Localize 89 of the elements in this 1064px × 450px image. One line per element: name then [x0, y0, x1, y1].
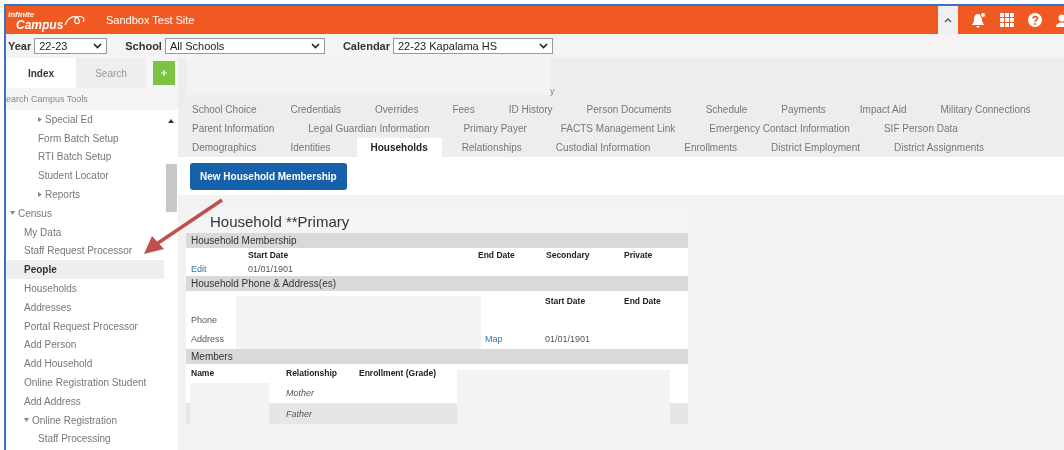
tab[interactable]: Person Documents	[578, 100, 686, 119]
chevron-down-icon	[93, 43, 103, 49]
relationship-cell-text: Mother	[286, 387, 316, 398]
new-membership-button[interactable]: New Household Membership	[190, 162, 347, 190]
tree-item[interactable]: Add Person	[6, 335, 164, 355]
tree-item[interactable]: Households	[6, 279, 164, 298]
tab[interactable]: Schedule	[697, 100, 762, 119]
tab[interactable]: Identities	[282, 138, 345, 157]
tab[interactable]: FACTS Management Link	[552, 119, 690, 138]
tree-item[interactable]: Census	[6, 204, 164, 223]
tab[interactable]: District Assignments	[886, 138, 999, 157]
table-cell-text: 01/01/1901	[248, 264, 295, 274]
search-placeholder: earch Campus Tools	[6, 94, 88, 104]
chevron-down-icon	[539, 43, 548, 49]
column-header: Secondary	[546, 250, 591, 260]
tree-item[interactable]: Portal Request Processor	[6, 316, 164, 336]
tab[interactable]: SIF Person Data	[875, 119, 972, 138]
tab[interactable]: Enrollments	[676, 138, 752, 157]
tab[interactable]: School Choice	[184, 100, 271, 119]
tab[interactable]: Credentials	[282, 100, 356, 119]
column-header: End Date	[624, 296, 662, 306]
column-header: Start Date	[545, 296, 587, 306]
site-name: Sandbox Test Site	[106, 14, 196, 26]
tree-item[interactable]: Addresses	[6, 297, 164, 317]
column-header: Private	[624, 250, 654, 260]
tree-item[interactable]: Add Address	[6, 391, 164, 411]
dropdown[interactable]: 22-23 Kapalama HS	[393, 38, 553, 54]
filter-label: Year	[8, 40, 32, 52]
tab[interactable]: Overrides	[367, 100, 433, 119]
tree-item[interactable]: Staff Request Processor	[6, 241, 164, 261]
help-icon[interactable]	[1028, 13, 1042, 27]
tab[interactable]: Payments	[773, 100, 840, 119]
edit-link[interactable]: Edit	[191, 264, 248, 274]
panel-title: Household **Primary	[186, 209, 688, 233]
section-heading: Household Membership	[186, 233, 688, 248]
collapse-button[interactable]	[938, 6, 958, 34]
tab[interactable]: Demographics	[184, 138, 271, 157]
tab[interactable]: Custodial Information	[547, 138, 665, 157]
dropdown[interactable]: All Schools	[164, 38, 325, 54]
tab[interactable]: Impact Aid	[851, 100, 921, 119]
dropdown[interactable]: 22-23	[34, 38, 108, 54]
section-heading: Household Phone & Address(es)	[186, 276, 688, 291]
search-field[interactable]: earch Campus Tools	[6, 88, 178, 110]
map-link[interactable]: Map	[485, 334, 545, 344]
tab[interactable]: Primary Payer	[455, 119, 541, 138]
column-header: Enrollment (Grade)	[359, 368, 437, 378]
tree-item[interactable]: My Data	[6, 222, 164, 242]
scroll-up-icon[interactable]	[168, 119, 174, 123]
column-header: Name	[191, 368, 216, 378]
column-header: Start Date	[248, 250, 290, 260]
notification-bell-icon[interactable]	[970, 12, 986, 28]
tree-item[interactable]: Student Locator	[6, 166, 164, 186]
tree-item[interactable]: Staff Processing	[6, 429, 164, 449]
tree-item[interactable]: RTI Batch Setup	[6, 147, 164, 167]
tree-item[interactable]: Reports	[6, 185, 164, 204]
tab[interactable]: ID History	[500, 100, 567, 119]
relationship-cell-text: Father	[286, 408, 314, 419]
logo[interactable]: Infinite Campus	[8, 7, 90, 33]
caret-up-icon	[944, 17, 952, 23]
breadcrumb-text: y	[550, 86, 555, 96]
tab[interactable]: Relationships	[453, 138, 536, 157]
tree-item[interactable]: Form Batch Setup	[6, 128, 164, 148]
table-cell-text: 01/01/1901	[545, 334, 592, 344]
row-label: Phone	[191, 315, 219, 325]
chevron-down-icon	[310, 43, 320, 49]
tree-item[interactable]: People	[6, 260, 164, 280]
tree-item[interactable]: Special Ed	[6, 110, 164, 129]
row-label: Address	[191, 334, 226, 344]
scrollbar-thumb[interactable]	[166, 164, 177, 212]
sidebar-tab[interactable]: Search	[76, 58, 146, 88]
tab[interactable]: Military Connections	[932, 100, 1045, 119]
app-grid-icon[interactable]	[1000, 13, 1014, 27]
tree-item[interactable]: Add Household	[6, 354, 164, 374]
filter-label: School	[125, 40, 162, 52]
tab[interactable]: District Employment	[763, 138, 874, 157]
tab[interactable]: Parent Information	[184, 119, 289, 138]
section-heading: Members	[186, 349, 688, 364]
plus-icon	[161, 70, 167, 76]
tab[interactable]: Emergency Contact Information	[701, 119, 864, 138]
tab[interactable]: Legal Guardian Information	[300, 119, 444, 138]
tree-item[interactable]: Online Registration Student	[6, 373, 164, 392]
filter-label: Calendar	[342, 40, 390, 52]
sidebar-tab[interactable]: Index	[6, 58, 76, 88]
column-header: End Date	[478, 250, 516, 260]
tab[interactable]: Households	[356, 138, 442, 157]
tab[interactable]: Fees	[444, 100, 489, 119]
column-header: Relationship	[286, 368, 338, 378]
user-icon[interactable]	[1056, 13, 1064, 27]
tree-item[interactable]: Online Registration	[6, 410, 164, 430]
